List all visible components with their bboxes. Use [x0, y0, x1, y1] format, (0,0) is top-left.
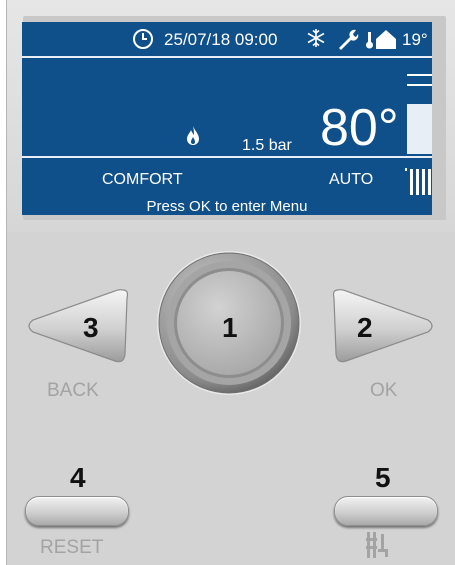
wrench-icon [339, 29, 359, 50]
temperature-level-bar [407, 74, 432, 154]
clock-icon [133, 29, 153, 49]
radiator-icon [405, 168, 431, 195]
hot-water-button[interactable] [334, 496, 438, 526]
back-button-number: 3 [83, 312, 99, 343]
level-tick [407, 74, 432, 76]
reset-button-number: 4 [70, 462, 86, 493]
back-label: BACK [47, 380, 99, 401]
ok-label: OK [370, 380, 398, 401]
outdoor-thermometer-house-icon [366, 30, 396, 49]
hot-water-tap-icon [366, 532, 388, 558]
hot-water-button-number: 5 [375, 462, 391, 493]
level-fill [407, 104, 432, 154]
datetime: 25/07/18 09:00 [164, 30, 278, 49]
flow-temperature: 80° [320, 99, 399, 157]
reset-label: RESET [40, 537, 104, 558]
status-divider [22, 56, 432, 58]
ok-button-number: 2 [357, 312, 373, 343]
snowflake-icon [307, 29, 325, 47]
level-tick [407, 84, 432, 86]
ok-button[interactable] [331, 282, 436, 370]
mode-comfort: COMFORT [102, 171, 183, 188]
center-button-number: 1 [222, 312, 238, 343]
pressure-reading: 1.5 bar [242, 137, 292, 154]
display-screen: 25/07/18 09:00 19° 1.5 bar 80° COMFORT A… [22, 22, 432, 215]
mode-auto: AUTO [329, 171, 374, 188]
back-button[interactable] [25, 282, 130, 370]
reset-button[interactable] [25, 496, 129, 526]
main-divider [22, 156, 432, 158]
outdoor-temperature: 19° [402, 30, 428, 49]
flame-icon [187, 126, 199, 145]
menu-hint: Press OK to enter Menu [146, 198, 308, 215]
